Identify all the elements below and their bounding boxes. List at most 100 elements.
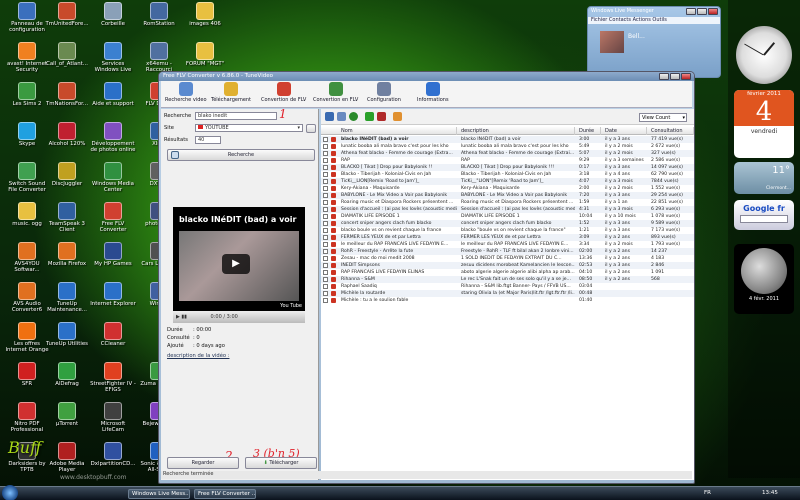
desktop-icon-ie[interactable]: Internet Explorer bbox=[90, 282, 136, 307]
close-button[interactable] bbox=[681, 73, 691, 80]
desktop-icon-tmunited[interactable]: TmUnitedFore... bbox=[44, 2, 90, 27]
row-checkbox[interactable] bbox=[323, 284, 328, 289]
row-checkbox[interactable] bbox=[323, 291, 328, 296]
table-row[interactable]: Roaring music et Diaspora Rockers présen… bbox=[321, 199, 694, 206]
column-header[interactable]: Date bbox=[603, 127, 647, 135]
tab-recherche[interactable]: Recherche video bbox=[165, 82, 207, 103]
row-checkbox[interactable] bbox=[323, 221, 328, 226]
desktop-icon-tuneup[interactable]: TuneUp Maintenance... bbox=[44, 282, 90, 314]
table-row[interactable]: Zesau - mac do moi medit 2008 1 SOLD INED… bbox=[321, 255, 694, 262]
video-preview[interactable]: blacko INéDIT (bad) a voir ▶ You Tube ▶ … bbox=[173, 207, 305, 323]
desktop-icon-streetfighter[interactable]: StreetFighter IV - EFIGS bbox=[90, 362, 136, 394]
desktop-icon-dxcd[interactable]: DxlpartitionCD... bbox=[90, 442, 136, 467]
row-checkbox[interactable] bbox=[323, 172, 328, 177]
table-row[interactable]: Kery-Akiana - Maquisarde Kery-Akiana - Ma… bbox=[321, 185, 694, 192]
desktop-icon-forum[interactable]: FORUM "MGT" bbox=[182, 42, 228, 67]
weather-gadget[interactable]: 11° Clermont... bbox=[734, 162, 794, 194]
row-checkbox[interactable] bbox=[323, 277, 328, 282]
start-button[interactable] bbox=[2, 485, 18, 500]
column-header[interactable]: description bbox=[459, 127, 575, 135]
row-checkbox[interactable] bbox=[323, 165, 328, 170]
results-count[interactable]: 40 bbox=[195, 136, 221, 144]
tab-informations[interactable]: Informations bbox=[417, 82, 449, 103]
table-row[interactable]: le meilleur du RAP FRANCAIS LIVE FEDAYIN… bbox=[321, 241, 694, 248]
taskbar-msn[interactable]: Windows Live Mess... bbox=[128, 489, 190, 499]
table-row[interactable]: RohR - Freestyle - Arrête la fute Freesty… bbox=[321, 248, 694, 255]
messenger-name[interactable]: Bell... bbox=[628, 33, 645, 40]
table-row[interactable]: blacko boule vs on revient chaque la fra… bbox=[321, 227, 694, 234]
desktop-icon-firefox[interactable]: Mozilla Firefox bbox=[44, 242, 90, 267]
watch-button[interactable]: Regarder bbox=[167, 457, 239, 469]
row-checkbox[interactable] bbox=[323, 256, 328, 261]
desktop-icon-freeflv[interactable]: Free FLV Converter bbox=[90, 202, 136, 234]
table-row[interactable]: RAP RAP 9:29 il y a 3 semaines 2 586 vue(s) bbox=[321, 157, 694, 164]
desktop-icon-romstation[interactable]: RomStation bbox=[136, 2, 182, 27]
table-row[interactable]: Rihanna - S&M Le rec L'Snak fait un de se… bbox=[321, 276, 694, 283]
google-gadget[interactable]: Google fr bbox=[734, 200, 794, 230]
play-button[interactable]: ▶ ▮▮ bbox=[176, 314, 187, 320]
tab-conversion-de-flv[interactable]: Convertion de FLV bbox=[261, 82, 306, 103]
table-row[interactable]: TicKi__LION[Remix 'Road to Jam']_ TicKi__… bbox=[321, 178, 694, 185]
description-link[interactable]: description de la vidéo : bbox=[167, 353, 229, 359]
remove-icon[interactable] bbox=[377, 112, 386, 121]
add-icon[interactable] bbox=[365, 112, 374, 121]
messenger-window[interactable]: Windows Live Messenger Fichier Contacts … bbox=[587, 6, 721, 78]
row-checkbox[interactable] bbox=[323, 235, 328, 240]
taskbar-flv[interactable]: Free FLV Converter ... bbox=[194, 489, 256, 499]
table-row[interactable]: Session d'accueil : (ai pas les lovès (a… bbox=[321, 206, 694, 213]
row-checkbox[interactable] bbox=[323, 200, 328, 205]
search-button[interactable]: Recherche bbox=[167, 149, 315, 161]
table-row[interactable]: lunatic booba ali mala bravo c'est pour … bbox=[321, 143, 694, 150]
row-checkbox[interactable] bbox=[323, 214, 328, 219]
row-checkbox[interactable] bbox=[323, 193, 328, 198]
desktop-icon-wmc[interactable]: Windows Media Center bbox=[90, 162, 136, 194]
search-input[interactable]: blako inedit bbox=[195, 112, 277, 120]
table-row[interactable]: Michèle la routarde staring Olivia la (et… bbox=[321, 290, 694, 297]
calendar-gadget[interactable]: février 2011 4 vendredi bbox=[734, 90, 794, 158]
column-header[interactable]: Durée bbox=[577, 127, 601, 135]
desktop-icon-corbeille[interactable]: Corbeille bbox=[90, 2, 136, 27]
table-row[interactable]: blacko INéDIT (bad) a voir blacko INéDIT … bbox=[321, 136, 694, 143]
language-indicator[interactable]: FR bbox=[704, 490, 711, 496]
sort-select[interactable]: View Count ▾ bbox=[639, 113, 687, 122]
clock-gadget[interactable] bbox=[736, 26, 792, 84]
row-checkbox[interactable] bbox=[323, 144, 328, 149]
table-row[interactable]: DIAMATIK LIFE EPISODE 1 DIAMATIK LIFE EPI… bbox=[321, 213, 694, 220]
desktop-icon-photoslive[interactable]: Développement de photos online bbox=[90, 122, 136, 154]
image-icon[interactable] bbox=[393, 112, 402, 121]
row-checkbox[interactable] bbox=[323, 242, 328, 247]
tab-configuration[interactable]: Configuration bbox=[367, 82, 401, 103]
desktop-icon-callofatlantis[interactable]: Call_of_Atlant... bbox=[44, 42, 90, 67]
table-row[interactable]: INEDIT Simpsons zesuu dicidens morobeat K… bbox=[321, 262, 694, 269]
select-all-icon[interactable] bbox=[325, 112, 334, 121]
table-row[interactable]: BLACKO [ Tikat ] Drop pour Babylonik !! B… bbox=[321, 164, 694, 171]
play-icon[interactable]: ▶ bbox=[222, 254, 250, 274]
row-checkbox[interactable] bbox=[323, 186, 328, 191]
desktop-icon-disclugger[interactable]: DiscJuggler bbox=[44, 162, 90, 187]
row-checkbox[interactable] bbox=[323, 207, 328, 212]
desktop-icon-tmnations[interactable]: TmNationsFor... bbox=[44, 82, 90, 107]
minimize-button[interactable] bbox=[686, 8, 696, 15]
tab-conversion-en-flv[interactable]: Convertion en FLV bbox=[313, 82, 358, 103]
desktop-icon-x64emu[interactable]: x64emu - Raccourci bbox=[136, 42, 182, 74]
row-checkbox[interactable] bbox=[323, 158, 328, 163]
desktop-icon-adobeflash[interactable]: Adobe Media Player bbox=[44, 442, 90, 474]
tab-telechargement[interactable]: Téléchargement bbox=[211, 82, 251, 103]
refresh-icon[interactable] bbox=[349, 112, 358, 121]
table-row[interactable]: Blacko - Tiberijah - Kolonial-Civis en J… bbox=[321, 171, 694, 178]
table-row[interactable]: FERMER LES YEUX de et par Lettra FERMER L… bbox=[321, 234, 694, 241]
desktop-icon-ccleaner[interactable]: CCleaner bbox=[90, 322, 136, 347]
table-row[interactable]: Michèle : tu a le soulion fable 01:40 bbox=[321, 297, 694, 304]
desktop-icon-aide[interactable]: Aide et support bbox=[90, 82, 136, 107]
desktop-icon-myhpgames[interactable]: My HP Games bbox=[90, 242, 136, 267]
avatar[interactable] bbox=[600, 31, 624, 53]
row-checkbox[interactable] bbox=[323, 298, 328, 303]
download-button[interactable]: ⬇ Télécharger bbox=[245, 457, 317, 469]
row-checkbox[interactable] bbox=[323, 249, 328, 254]
column-header[interactable]: Consultation bbox=[649, 127, 694, 135]
column-header[interactable]: Nom bbox=[339, 127, 457, 135]
minimize-button[interactable] bbox=[659, 73, 669, 80]
desktop-icon-alcohol[interactable]: Alcohol 120% bbox=[44, 122, 90, 147]
close-button[interactable] bbox=[708, 8, 718, 15]
desktop-icon-tuneuputil[interactable]: TuneUp Utilities bbox=[44, 322, 90, 347]
